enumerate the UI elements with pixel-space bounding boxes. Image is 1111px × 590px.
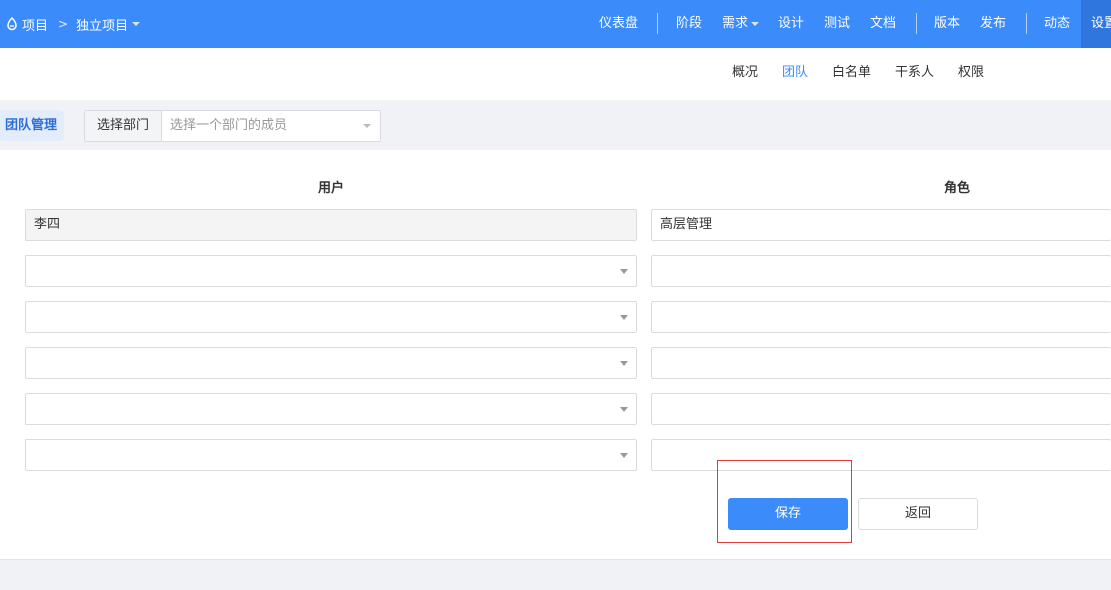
sub-navbar: 概况 团队 白名单 干系人 权限 [0, 48, 1111, 100]
department-selector: 选择部门 选择一个部门的成员 [84, 110, 381, 142]
breadcrumb-current[interactable]: 独立项目 [76, 15, 128, 34]
nav-divider [657, 13, 658, 34]
role-field[interactable] [651, 255, 1111, 287]
chevron-down-icon [620, 407, 628, 412]
nav-activity[interactable]: 动态 [1044, 0, 1070, 48]
role-column-header: 角色 [944, 181, 971, 196]
back-button[interactable]: 返回 [858, 498, 978, 530]
user-select[interactable] [25, 255, 637, 287]
tab-overview[interactable]: 概况 [732, 48, 758, 100]
project-icon [7, 17, 17, 31]
nav-divider [916, 13, 917, 34]
nav-requirement-label: 需求 [722, 16, 749, 31]
save-button[interactable]: 保存 [728, 498, 848, 530]
tab-stakeholders[interactable]: 干系人 [895, 48, 934, 100]
chevron-right-icon: > [58, 17, 69, 31]
user-select[interactable] [25, 301, 637, 333]
team-manage-button[interactable]: 团队管理 [0, 110, 64, 141]
top-navbar: 项目 > 独立项目 仪表盘 阶段 需求 设计 测试 文档 版本 发布 动态 设置 [0, 0, 1111, 48]
user-select[interactable] [25, 439, 637, 471]
nav-design[interactable]: 设计 [778, 0, 804, 48]
team-toolbar: 团队管理 选择部门 选择一个部门的成员 [0, 100, 1111, 150]
nav-dashboard[interactable]: 仪表盘 [599, 0, 638, 48]
nav-divider [1026, 13, 1027, 34]
department-select[interactable]: 选择一个部门的成员 [162, 111, 380, 141]
tab-permissions[interactable]: 权限 [958, 48, 984, 100]
nav-stage[interactable]: 阶段 [676, 0, 702, 48]
user-column-header: 用户 [318, 181, 345, 196]
nav-test[interactable]: 测试 [824, 0, 850, 48]
chevron-down-icon [620, 453, 628, 458]
user-select[interactable] [25, 393, 637, 425]
chevron-down-icon [751, 21, 760, 26]
chevron-down-icon [620, 361, 628, 366]
chevron-down-icon [363, 124, 371, 128]
chevron-down-icon [620, 315, 628, 320]
team-panel: 用户 角色 李四 高层管理 保存 返回 [0, 150, 1111, 560]
department-placeholder: 选择一个部门的成员 [170, 118, 288, 133]
nav-release[interactable]: 发布 [980, 0, 1006, 48]
tab-whitelist[interactable]: 白名单 [832, 48, 871, 100]
breadcrumb-root[interactable]: 项目 [22, 15, 48, 34]
nav-requirement[interactable]: 需求 [722, 0, 760, 48]
nav-settings[interactable]: 设置 [1081, 0, 1111, 48]
nav-document[interactable]: 文档 [870, 0, 896, 48]
department-label: 选择部门 [85, 111, 162, 141]
breadcrumb: 项目 > 独立项目 [6, 0, 141, 48]
user-field[interactable]: 李四 [25, 209, 637, 241]
role-field[interactable]: 高层管理 [651, 209, 1111, 241]
tab-team[interactable]: 团队 [782, 48, 808, 100]
role-field[interactable] [651, 301, 1111, 333]
user-select[interactable] [25, 347, 637, 379]
role-field[interactable] [651, 347, 1111, 379]
role-field[interactable] [651, 393, 1111, 425]
chevron-down-icon[interactable] [132, 22, 141, 26]
chevron-down-icon [620, 269, 628, 274]
nav-version[interactable]: 版本 [934, 0, 960, 48]
